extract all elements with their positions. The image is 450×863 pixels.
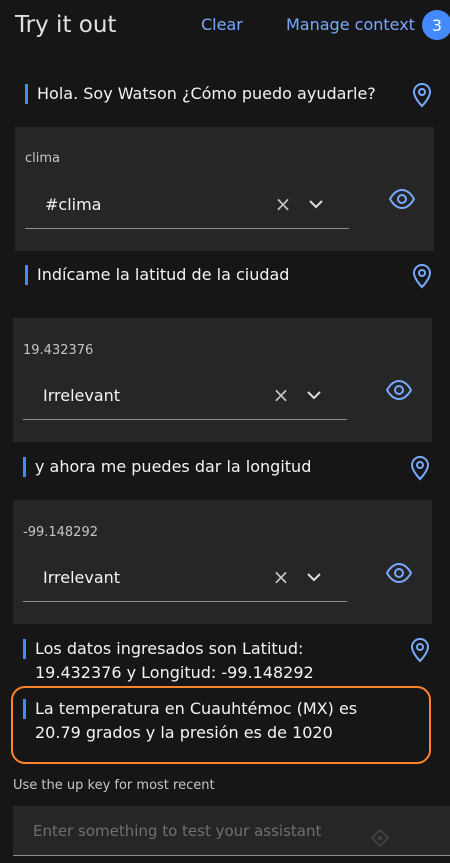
clear-button[interactable]: Clear — [201, 15, 243, 34]
clear-intent-icon[interactable]: × — [271, 565, 291, 589]
intent-value: #clima — [45, 194, 102, 214]
input-hint: Use the up key for most recent — [13, 778, 215, 793]
bot-message: Los datos ingresados son Latitud: 19.432… — [23, 637, 398, 685]
user-input-panel: -99.148292 Irrelevant × — [13, 500, 432, 624]
eye-icon[interactable] — [388, 188, 416, 210]
watermark-logo-icon — [370, 828, 390, 848]
location-icon[interactable] — [411, 263, 433, 289]
bot-message-text: Indícame la latitud de la ciudad — [37, 265, 290, 284]
bot-message-line-2: 20.79 grados y la presión es de 1020 — [35, 723, 333, 742]
user-input-panel: clima #clima × — [15, 127, 434, 251]
bot-message-text: y ahora me puedes dar la longitud — [35, 457, 312, 476]
manage-context-button[interactable]: Manage context — [286, 15, 415, 34]
intent-value: Irrelevant — [43, 567, 121, 587]
location-icon[interactable] — [409, 637, 431, 663]
bot-message-line-2: 19.432376 y Longitud: -99.148292 — [35, 663, 314, 682]
intent-select[interactable]: #clima × — [25, 180, 349, 229]
user-input-panel: 19.432376 Irrelevant × — [13, 318, 432, 442]
intent-select[interactable]: Irrelevant × — [23, 371, 347, 420]
user-input-text: clima — [25, 151, 61, 166]
user-input-text: 19.432376 — [23, 343, 94, 358]
eye-icon[interactable] — [385, 379, 413, 401]
bot-message-line-1: Los datos ingresados son Latitud: — [35, 639, 304, 658]
intent-value: Irrelevant — [43, 385, 121, 405]
user-input-text: -99.148292 — [23, 525, 98, 540]
clear-intent-icon[interactable]: × — [273, 192, 293, 216]
context-count-badge: 3 — [422, 10, 450, 40]
location-icon[interactable] — [409, 455, 431, 481]
eye-icon[interactable] — [385, 562, 413, 584]
bot-message-text: Hola. Soy Watson ¿Cómo puedo ayudarle? — [37, 84, 376, 103]
intent-select[interactable]: Irrelevant × — [23, 553, 347, 602]
chevron-down-icon[interactable] — [305, 386, 323, 404]
bot-message: La temperatura en Cuauhtémoc (MX) es 20.… — [23, 697, 403, 745]
chevron-down-icon[interactable] — [307, 195, 325, 213]
panel-title: Try it out — [15, 12, 117, 38]
chevron-down-icon[interactable] — [305, 568, 323, 586]
location-icon[interactable] — [411, 82, 433, 108]
bot-message: Hola. Soy Watson ¿Cómo puedo ayudarle? — [25, 82, 395, 106]
bot-message: Indícame la latitud de la ciudad — [25, 263, 395, 287]
bot-message-line-1: La temperatura en Cuauhtémoc (MX) es — [35, 699, 358, 718]
clear-intent-icon[interactable]: × — [271, 383, 291, 407]
bot-message: y ahora me puedes dar la longitud — [23, 455, 393, 479]
